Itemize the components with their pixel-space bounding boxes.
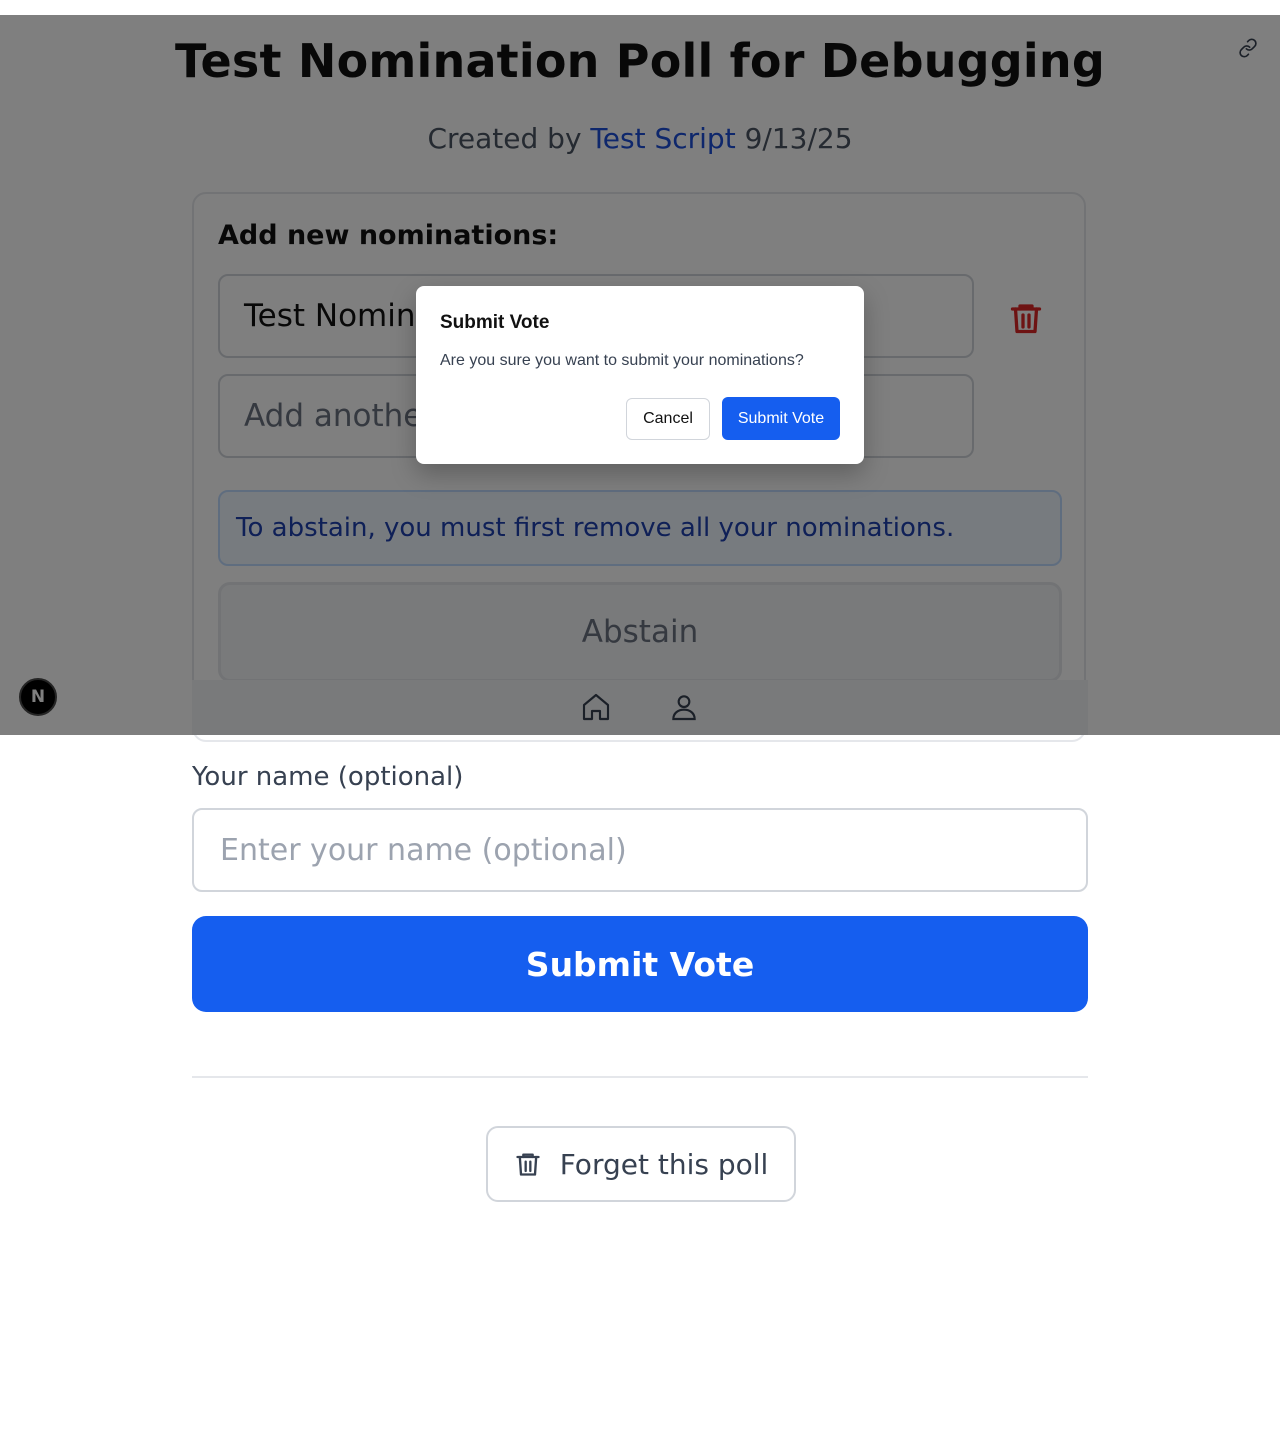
confirm-submit-button[interactable]: Submit Vote bbox=[722, 397, 840, 440]
divider bbox=[192, 1076, 1088, 1078]
dialog-message: Are you sure you want to submit your nom… bbox=[440, 352, 804, 369]
name-field-label: Your name (optional) bbox=[192, 762, 464, 792]
submit-vote-button[interactable]: Submit Vote bbox=[192, 916, 1088, 1012]
cancel-button[interactable]: Cancel bbox=[626, 398, 710, 440]
trash-icon bbox=[516, 1153, 540, 1176]
name-input[interactable]: Enter your name (optional) bbox=[192, 808, 1088, 892]
top-strip bbox=[0, 0, 1280, 15]
forget-poll-label: Forget this poll bbox=[559, 1147, 769, 1181]
dialog-title: Submit Vote bbox=[440, 312, 550, 333]
forget-poll-button[interactable]: Forget this poll bbox=[486, 1126, 796, 1202]
